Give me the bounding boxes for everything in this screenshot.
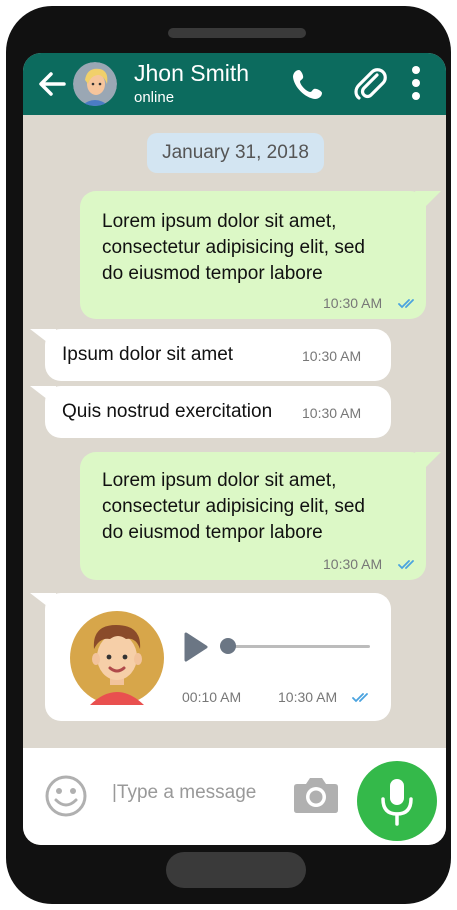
message-line: consectetur adipisicing elit, sed bbox=[102, 237, 365, 258]
microphone-button[interactable] bbox=[357, 761, 437, 841]
message-time: 10:30 AM bbox=[323, 556, 383, 572]
message-text: Ipsum dolor sit amet bbox=[62, 344, 234, 365]
audio-progress-track[interactable] bbox=[220, 645, 370, 648]
double-check-icon bbox=[352, 693, 368, 703]
more-vertical-icon[interactable] bbox=[411, 65, 421, 103]
message-text: Lorem ipsum dolor sit amet, consectetur … bbox=[102, 209, 365, 287]
voice-sender-avatar bbox=[70, 611, 164, 705]
message-bubble-incoming[interactable]: Quis nostrud exercitation 10:30 AM bbox=[45, 386, 391, 438]
phone-icon[interactable] bbox=[291, 67, 325, 101]
message-text: Quis nostrud exercitation bbox=[62, 401, 273, 422]
chat-screen: Jhon Smith online January 31, 2018 Lorem… bbox=[23, 53, 446, 845]
audio-progress-knob[interactable] bbox=[220, 638, 236, 654]
home-button[interactable] bbox=[166, 852, 306, 888]
chat-header: Jhon Smith online bbox=[23, 53, 446, 115]
message-bubble-incoming[interactable]: Ipsum dolor sit amet 10:30 AM bbox=[45, 329, 391, 381]
voice-duration: 00:10 AM bbox=[182, 689, 242, 705]
camera-icon[interactable] bbox=[293, 776, 339, 814]
message-line: Lorem ipsum dolor sit amet, bbox=[102, 211, 337, 232]
message-bubble-outgoing[interactable]: Lorem ipsum dolor sit amet, consectetur … bbox=[80, 452, 426, 580]
message-line: do eiusmod tempor labore bbox=[102, 522, 323, 543]
message-bubble-outgoing[interactable]: Lorem ipsum dolor sit amet, consectetur … bbox=[80, 191, 426, 319]
arrow-left-icon[interactable] bbox=[37, 71, 67, 97]
message-input[interactable]: |Type a message bbox=[112, 782, 256, 804]
message-line: Lorem ipsum dolor sit amet, bbox=[102, 470, 337, 491]
microphone-icon bbox=[381, 779, 413, 826]
message-text: Lorem ipsum dolor sit amet, consectetur … bbox=[102, 468, 365, 546]
message-composer: |Type a message bbox=[23, 748, 446, 845]
message-line: do eiusmod tempor labore bbox=[102, 263, 323, 284]
phone-speaker bbox=[168, 28, 306, 38]
contact-name: Jhon Smith bbox=[134, 60, 250, 86]
contact-avatar[interactable] bbox=[73, 62, 117, 106]
phone-frame: Jhon Smith online January 31, 2018 Lorem… bbox=[6, 6, 451, 904]
double-check-icon bbox=[398, 560, 414, 570]
message-time: 10:30 AM bbox=[278, 689, 338, 705]
message-time: 10:30 AM bbox=[323, 295, 383, 311]
contact-status: online bbox=[134, 89, 175, 106]
date-separator: January 31, 2018 bbox=[147, 133, 324, 173]
smiley-icon[interactable] bbox=[44, 774, 88, 818]
play-icon[interactable] bbox=[183, 631, 209, 663]
voice-message-bubble[interactable]: 00:10 AM 10:30 AM bbox=[45, 593, 391, 721]
double-check-icon bbox=[398, 299, 414, 309]
paperclip-icon[interactable] bbox=[353, 65, 387, 101]
message-time: 10:30 AM bbox=[302, 348, 362, 364]
message-line: consectetur adipisicing elit, sed bbox=[102, 496, 365, 517]
message-time: 10:30 AM bbox=[302, 405, 362, 421]
